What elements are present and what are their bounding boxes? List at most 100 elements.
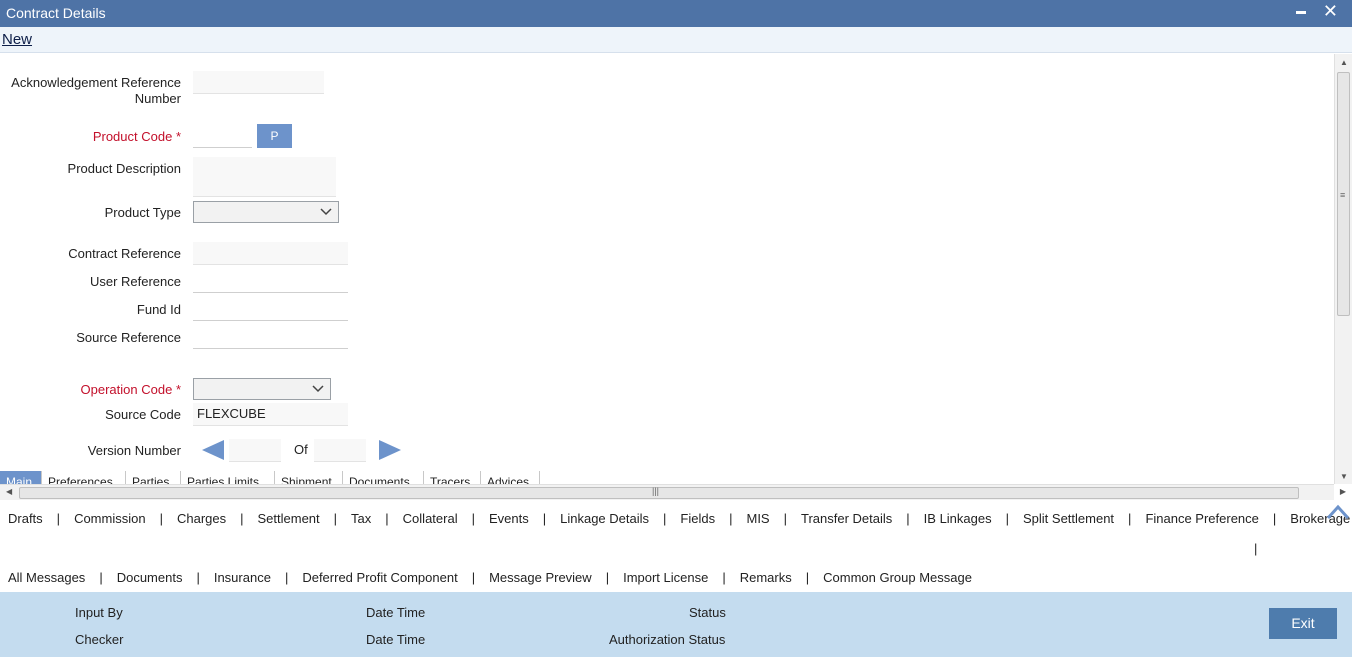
ack-ref-label-line2: Number (134, 91, 181, 106)
product-desc-field[interactable] (193, 157, 336, 197)
link-collateral[interactable]: Collateral (403, 511, 458, 526)
source-ref-input[interactable] (193, 326, 348, 349)
grip-icon: ≡ (1340, 190, 1346, 200)
separator: | (542, 511, 547, 526)
link-drafts[interactable]: Drafts (8, 511, 43, 526)
audit-footer: Input By Date Time Status Checker Date T… (0, 592, 1352, 657)
tab-advices[interactable]: Advices (480, 471, 540, 485)
separator: | (284, 570, 289, 585)
previous-version-icon[interactable] (202, 440, 224, 460)
new-link[interactable]: New (2, 31, 32, 48)
tab-parties[interactable]: Parties (125, 471, 180, 485)
separator: | (1005, 511, 1009, 526)
link-remarks[interactable]: Remarks (740, 570, 792, 585)
link-fields[interactable]: Fields (680, 511, 715, 526)
scroll-right-icon[interactable]: ▶ (1340, 487, 1346, 496)
subsystem-links-row2: All Messages | Documents | Insurance | Deferre… (8, 570, 972, 590)
tab-preferences[interactable]: Preferences (41, 471, 125, 485)
product-lov-button[interactable]: P (257, 124, 292, 148)
tab-parties-limits[interactable]: Parties Limits (180, 471, 274, 485)
fund-id-input[interactable] (193, 298, 348, 321)
checker-label: Checker (75, 632, 124, 647)
separator: | (471, 511, 475, 526)
link-charges[interactable]: Charges (177, 511, 226, 526)
link-linkage-details[interactable]: Linkage Details (560, 511, 649, 526)
source-code-label: Source Code (105, 407, 181, 422)
product-code-input[interactable] (193, 125, 252, 148)
link-ib-linkages[interactable]: IB Linkages (924, 511, 992, 526)
link-insurance[interactable]: Insurance (214, 570, 271, 585)
scroll-down-icon[interactable]: ▼ (1340, 472, 1348, 481)
separator: | (1128, 511, 1132, 526)
tab-tracers[interactable]: Tracers (423, 471, 480, 485)
link-tax[interactable]: Tax (351, 511, 371, 526)
separator: | (729, 511, 733, 526)
tab-strip: Main Preferences Parties Parties Limits … (0, 471, 1334, 485)
user-ref-input[interactable] (193, 270, 348, 293)
required-marker: * (175, 382, 181, 397)
toolbar: New (0, 27, 1352, 53)
link-deferred-profit-component[interactable]: Deferred Profit Component (302, 570, 457, 585)
next-version-icon[interactable] (379, 440, 401, 460)
product-type-select[interactable] (193, 201, 339, 223)
close-icon[interactable]: ✕ (1323, 1, 1338, 21)
of-label: Of (294, 442, 308, 457)
product-code-label: Product Code * (0, 129, 181, 145)
version-number-label: Version Number (87, 443, 181, 458)
separator: | (333, 511, 338, 526)
link-split-settlement[interactable]: Split Settlement (1023, 511, 1114, 526)
chevron-up-icon[interactable] (1326, 504, 1350, 520)
link-import-license[interactable]: Import License (623, 570, 708, 585)
separator: | (385, 511, 389, 526)
tab-shipment[interactable]: Shipment (274, 471, 342, 485)
minimize-icon[interactable] (1296, 11, 1306, 14)
link-finance-preference[interactable]: Finance Preference (1145, 511, 1258, 526)
link-all-messages[interactable]: All Messages (8, 570, 85, 585)
link-documents[interactable]: Documents (117, 570, 183, 585)
separator: | (906, 511, 910, 526)
link-message-preview[interactable]: Message Preview (489, 570, 592, 585)
link-events[interactable]: Events (489, 511, 529, 526)
separator: | (471, 570, 476, 585)
chevron-down-icon (320, 208, 332, 216)
ack-ref-label-line1: Acknowledgement Reference (11, 75, 181, 90)
scroll-up-icon[interactable]: ▲ (1340, 58, 1348, 67)
contract-ref-label: Contract Reference (68, 246, 181, 261)
status-label: Status (689, 605, 726, 620)
operation-code-label: Operation Code * (0, 382, 181, 398)
contract-form: Acknowledgement Reference Number Product… (0, 54, 1334, 484)
link-transfer-details[interactable]: Transfer Details (801, 511, 892, 526)
separator: | (805, 570, 810, 585)
horizontal-scrollbar[interactable]: ◀ ||| ▶ (0, 484, 1346, 500)
link-settlement[interactable]: Settlement (258, 511, 320, 526)
subsystem-links-row1: Drafts | Commission | Charges | Settlement | Tax… (8, 511, 1350, 531)
product-type-label: Product Type (104, 205, 181, 220)
window-title: Contract Details (6, 5, 106, 21)
separator: | (1254, 541, 1258, 556)
version-total-field (314, 439, 366, 462)
chevron-down-icon (312, 385, 324, 393)
input-by-label: Input By (75, 605, 123, 620)
scroll-left-icon[interactable]: ◀ (6, 487, 12, 496)
source-code-field: FLEXCUBE (193, 403, 348, 426)
ack-ref-field[interactable] (193, 71, 324, 94)
link-common-group-message[interactable]: Common Group Message (823, 570, 972, 585)
version-field (229, 439, 281, 462)
grip-icon: ||| (652, 486, 660, 496)
fund-id-label: Fund Id (136, 302, 181, 317)
exit-button[interactable]: Exit (1269, 608, 1337, 639)
tab-documents[interactable]: Documents (342, 471, 423, 485)
user-ref-label: User Reference (89, 274, 181, 289)
window-titlebar: Contract Details ✕ (0, 0, 1352, 27)
product-code-label-text: Product Code (92, 129, 173, 144)
link-mis[interactable]: MIS (746, 511, 769, 526)
product-desc-label: Product Description (67, 161, 181, 176)
separator: | (605, 570, 610, 585)
separator: | (240, 511, 244, 526)
link-commission[interactable]: Commission (74, 511, 146, 526)
contract-ref-field[interactable] (193, 242, 348, 265)
vertical-scrollbar[interactable]: ▲ ≡ ▼ (1334, 54, 1352, 484)
date-time-label: Date Time (366, 605, 426, 620)
operation-code-select[interactable] (193, 378, 331, 400)
tab-main[interactable]: Main (0, 471, 41, 485)
